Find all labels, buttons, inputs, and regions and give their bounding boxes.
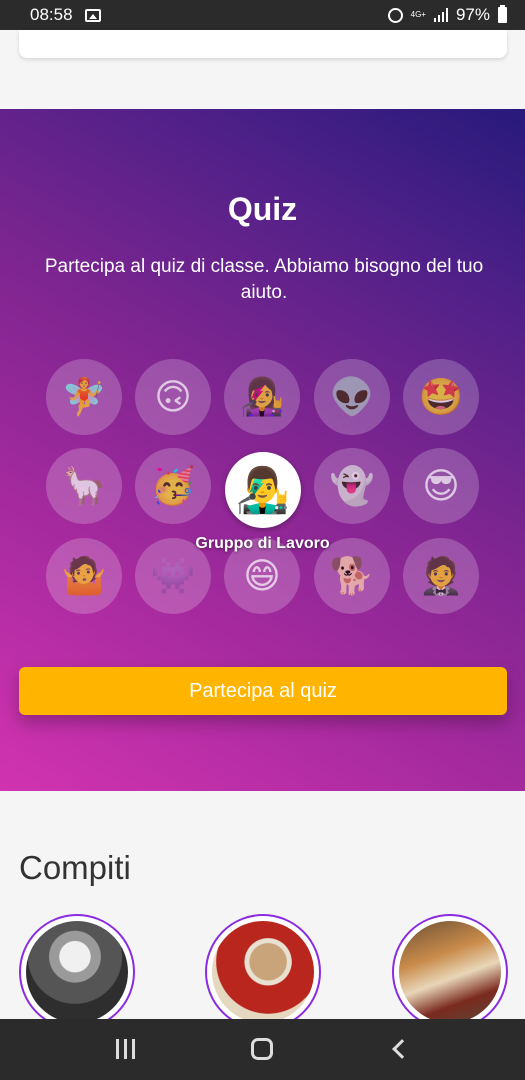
grid-avatar: 🤩 <box>403 359 479 435</box>
featured-user: 👨‍🎤 Gruppo di Lavoro <box>0 452 525 553</box>
home-icon <box>251 1038 273 1060</box>
recents-button[interactable] <box>110 1036 140 1062</box>
dante-avatar <box>212 921 314 1019</box>
join-quiz-button[interactable]: Partecipa al quiz <box>19 667 507 715</box>
top-area <box>0 30 525 109</box>
status-bar: 08:58 4G+ 97% <box>0 0 525 30</box>
network-label: 4G+ <box>410 10 426 19</box>
einstein-avatar <box>26 921 128 1019</box>
compiti-section: Compiti <box>0 791 525 1019</box>
grid-avatar: 👩‍🎤 <box>224 359 300 435</box>
battery-icon <box>498 5 507 23</box>
featured-avatar: 👨‍🎤 <box>224 452 301 528</box>
quiz-title: Quiz <box>227 191 298 227</box>
grid-avatar: 🙃 <box>135 359 211 435</box>
compiti-title: Compiti <box>19 849 131 886</box>
compito-item-napoleon[interactable] <box>392 914 508 1019</box>
quiz-section: Quiz Partecipa al quiz di classe. Abbiam… <box>0 109 525 791</box>
compito-item-einstein[interactable] <box>19 914 135 1019</box>
back-icon <box>392 1039 412 1059</box>
grid-avatar: 👽 <box>314 359 390 435</box>
grid-avatar: 🧚 <box>46 359 122 435</box>
battery-percent: 97% <box>455 5 490 24</box>
back-button[interactable] <box>384 1036 414 1062</box>
quiz-description: Partecipa al quiz di classe. Abbiamo bis… <box>44 256 484 303</box>
status-time: 08:58 <box>30 5 73 24</box>
alarm-icon <box>387 7 403 23</box>
compito-item-dante[interactable] <box>205 914 321 1019</box>
recents-icon <box>115 1039 135 1059</box>
featured-user-name: Gruppo di Lavoro <box>195 535 330 552</box>
image-icon <box>84 8 101 22</box>
navigation-bar <box>0 1019 525 1080</box>
home-button[interactable] <box>247 1036 277 1062</box>
napoleon-avatar <box>399 921 501 1019</box>
signal-icon <box>433 8 448 22</box>
previous-card[interactable] <box>19 30 507 58</box>
